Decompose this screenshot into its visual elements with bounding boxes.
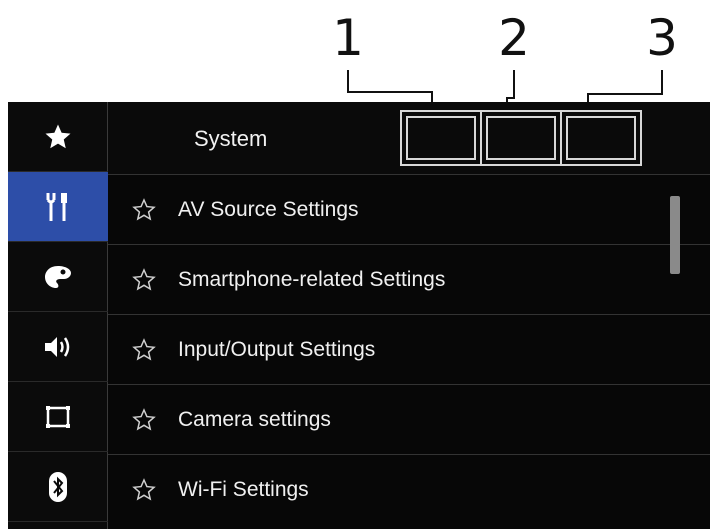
- callout-1: 1: [332, 9, 364, 67]
- sidebar-item-theme[interactable]: [8, 242, 108, 312]
- callout-3: 3: [646, 9, 678, 67]
- device-screen: System AV Source Settings Smartphone-rel…: [8, 102, 710, 529]
- favorites-star-icon: [45, 124, 71, 148]
- scrollbar[interactable]: [670, 196, 680, 274]
- theme-palette-icon: [45, 265, 71, 288]
- sidebar-item-bluetooth[interactable]: [8, 452, 108, 522]
- list-item-input-output[interactable]: Input/Output Settings: [108, 314, 710, 384]
- list-item-wifi[interactable]: Wi-Fi Settings: [108, 454, 710, 524]
- sidebar-item-audio[interactable]: [8, 312, 108, 382]
- list-item-label: Wi-Fi Settings: [178, 478, 309, 501]
- star-outline-icon[interactable]: [132, 198, 156, 222]
- bluetooth-icon: [49, 471, 67, 502]
- header-button-2[interactable]: [480, 110, 562, 166]
- list-item-smartphone[interactable]: Smartphone-related Settings: [108, 244, 710, 314]
- list-item-label: Camera settings: [178, 408, 331, 431]
- header-button-1[interactable]: [400, 110, 482, 166]
- list-item-av-source[interactable]: AV Source Settings: [108, 174, 710, 244]
- sidebar: [8, 102, 108, 529]
- star-outline-icon[interactable]: [132, 268, 156, 292]
- page-title: System: [194, 126, 268, 151]
- star-outline-icon[interactable]: [132, 338, 156, 362]
- video-screen-icon: [46, 405, 70, 428]
- list-item-label: Input/Output Settings: [178, 338, 376, 361]
- list-item-label: Smartphone-related Settings: [178, 268, 446, 291]
- sidebar-item-favorites[interactable]: [8, 102, 108, 172]
- header-button-3[interactable]: [560, 110, 642, 166]
- sidebar-item-system[interactable]: [8, 172, 108, 242]
- sidebar-item-video[interactable]: [8, 382, 108, 452]
- audio-speaker-icon: [45, 336, 70, 357]
- system-tools-icon: [46, 192, 67, 221]
- star-outline-icon[interactable]: [132, 408, 156, 432]
- header: System: [108, 102, 710, 174]
- list-item-camera[interactable]: Camera settings: [108, 384, 710, 454]
- star-outline-icon[interactable]: [132, 478, 156, 502]
- list-item-label: AV Source Settings: [178, 198, 359, 221]
- settings-list: AV Source Settings Smartphone-related Se…: [108, 174, 710, 529]
- callout-2: 2: [498, 9, 530, 67]
